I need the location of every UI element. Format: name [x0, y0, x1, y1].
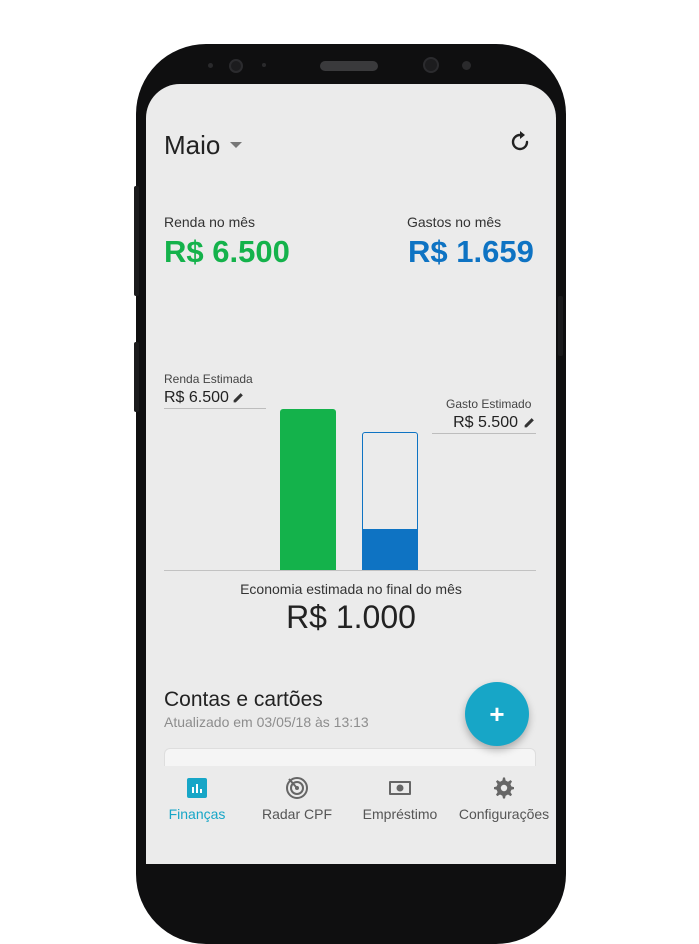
accounts-title: Contas e cartões [164, 688, 323, 711]
sensor-dot [262, 63, 266, 67]
bar-chart-icon [187, 778, 207, 798]
sensor-dot [462, 61, 471, 70]
gear-icon [494, 777, 514, 799]
money-icon [389, 781, 411, 795]
chart-baseline [164, 570, 536, 571]
income-bar [280, 409, 336, 570]
nav-emprestimo[interactable]: Empréstimo [352, 766, 448, 836]
volume-button [134, 186, 139, 296]
estimated-income-label: Renda Estimada [164, 372, 253, 386]
power-button [558, 296, 563, 356]
nav-label: Configurações [458, 806, 550, 822]
sensor-dot [208, 63, 213, 68]
nav-label: Finanças [168, 806, 226, 822]
nav-label: Radar CPF [261, 806, 333, 822]
expense-bar [362, 432, 418, 571]
bottom-navigation: Finanças Radar CPF Empréstimo Configuraç… [146, 766, 556, 864]
estimated-expense-field[interactable]: R$ 5.500 [432, 413, 536, 434]
estimated-income-value: R$ 6.500 [164, 389, 229, 406]
accounts-updated-text: Atualizado em 03/05/18 às 13:13 [164, 714, 369, 730]
estimated-income-field[interactable]: R$ 6.500 [164, 388, 266, 409]
nav-label: Empréstimo [362, 806, 438, 822]
savings-label: Economia estimada no final do mês [240, 581, 462, 597]
add-button[interactable]: + [465, 682, 529, 746]
savings-value: R$ 1.000 [286, 599, 416, 635]
refresh-icon[interactable] [508, 130, 532, 154]
income-label: Renda no mês [164, 214, 256, 230]
estimated-expense-value: R$ 5.500 [453, 414, 518, 431]
chevron-down-icon[interactable] [230, 142, 242, 148]
radar-icon [286, 777, 308, 799]
nav-financas[interactable]: Finanças [154, 766, 240, 836]
nav-configuracoes[interactable]: Configurações [452, 766, 556, 836]
estimated-expense-label: Gasto Estimado [446, 397, 532, 411]
expense-label: Gastos no mês [407, 214, 502, 230]
assistant-button [134, 342, 139, 412]
app-screen: Maio Renda no mês R$ 6.500 Gastos no mês… [146, 84, 556, 864]
expense-value: R$ 1.659 [408, 234, 534, 269]
plus-icon: + [489, 699, 505, 729]
nav-radar-cpf[interactable]: Radar CPF [254, 766, 340, 836]
expense-bar-fill [363, 528, 417, 570]
iris-sensor [229, 59, 243, 73]
month-selector[interactable]: Maio [164, 130, 220, 161]
earpiece-speaker [320, 61, 378, 71]
income-value: R$ 6.500 [164, 234, 290, 269]
pencil-icon[interactable] [232, 391, 245, 404]
pencil-icon[interactable] [523, 416, 536, 429]
front-camera [423, 57, 439, 73]
